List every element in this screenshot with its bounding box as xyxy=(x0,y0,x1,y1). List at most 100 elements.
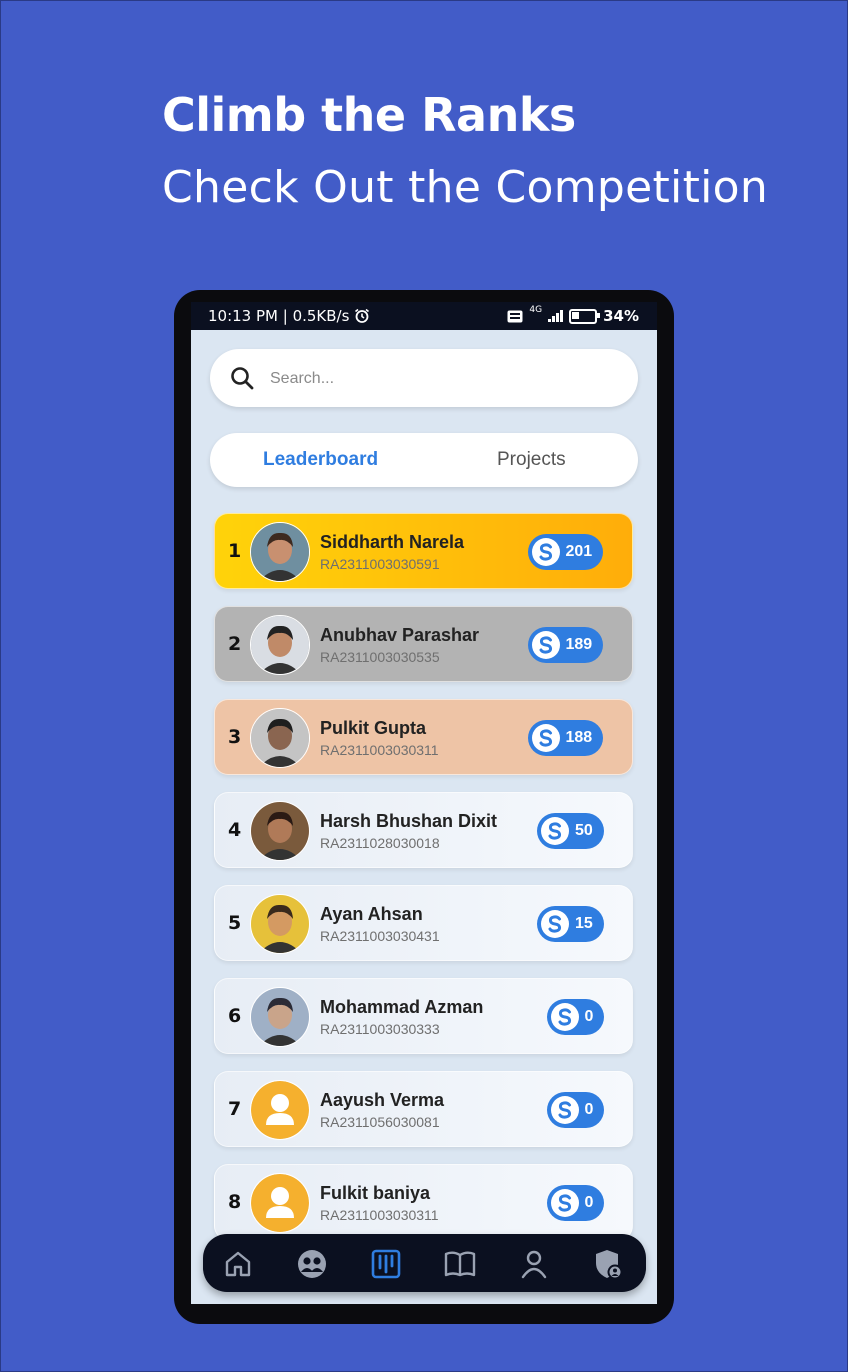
leaderboard-row[interactable]: 7 Aayush Verma RA2311056030081 0 xyxy=(214,1071,633,1147)
score-badge: 0 xyxy=(546,1092,605,1128)
phone-frame: 10:13 PM | 0.5KB/s 4G 34% Search... Lead… xyxy=(174,290,674,1324)
score-badge: 15 xyxy=(537,906,604,942)
nav-community[interactable] xyxy=(295,1247,329,1281)
registration-number: RA2311003030333 xyxy=(320,1021,440,1037)
profile-photo xyxy=(251,523,309,581)
rank-number: 2 xyxy=(228,633,242,655)
tab-bar: Leaderboard Projects xyxy=(210,433,638,487)
profile-photo xyxy=(251,988,309,1046)
score-value: 0 xyxy=(584,1101,594,1118)
leaderboard-row[interactable]: 8 Fulkit baniya RA2311003030311 0 xyxy=(214,1164,633,1240)
status-right: 4G 34% xyxy=(507,305,639,325)
admin-shield-icon xyxy=(596,1250,623,1280)
tab-leaderboard[interactable]: Leaderboard xyxy=(263,449,378,471)
network-label: 4G xyxy=(529,305,543,315)
status-bar: 10:13 PM | 0.5KB/s 4G 34% xyxy=(191,302,657,330)
battery-icon xyxy=(569,308,601,324)
rank-number: 5 xyxy=(228,912,242,934)
coin-icon xyxy=(550,1003,579,1031)
leaderboard-icon xyxy=(371,1249,401,1279)
profile-icon xyxy=(521,1250,547,1279)
avatar xyxy=(250,987,310,1047)
volte-icon xyxy=(507,310,523,322)
profile-photo xyxy=(251,709,309,767)
book-icon xyxy=(444,1251,476,1277)
default-avatar-icon xyxy=(251,1174,309,1232)
coin-icon xyxy=(550,1096,579,1124)
user-name: Aayush Verma xyxy=(320,1090,445,1110)
user-name: Pulkit Gupta xyxy=(320,718,427,738)
profile-photo xyxy=(251,895,309,953)
nav-leaderboard[interactable] xyxy=(369,1247,403,1281)
score-badge: 188 xyxy=(527,720,604,756)
leaderboard-row[interactable]: 2 Anubhav Parashar RA2311003030535 189 xyxy=(214,606,633,682)
user-name: Fulkit baniya xyxy=(320,1183,431,1203)
nav-admin[interactable] xyxy=(591,1247,625,1281)
status-time: 10:13 PM | 0.5KB/s xyxy=(208,307,350,325)
score-badge: 189 xyxy=(527,627,604,663)
rank-number: 1 xyxy=(228,540,242,562)
home-icon xyxy=(225,1251,251,1277)
score-value: 189 xyxy=(565,636,593,653)
coin-icon xyxy=(541,910,569,938)
registration-number: RA2311028030018 xyxy=(320,835,440,851)
battery-level: 34% xyxy=(603,307,639,325)
promo-headline: Climb the Ranks xyxy=(162,88,576,142)
bottom-nav xyxy=(203,1234,646,1292)
avatar xyxy=(250,522,310,582)
score-value: 0 xyxy=(584,1008,594,1025)
search-input[interactable] xyxy=(268,367,602,391)
rank-number: 7 xyxy=(228,1098,242,1120)
promo-subheadline: Check Out the Competition xyxy=(162,162,769,213)
registration-number: RA2311003030535 xyxy=(320,649,440,665)
leaderboard-row[interactable]: 1 Siddharth Narela RA2311003030591 201 xyxy=(214,513,633,589)
coin-icon xyxy=(550,1189,579,1217)
user-name: Siddharth Narela xyxy=(320,532,465,552)
avatar xyxy=(250,708,310,768)
user-name: Mohammad Azman xyxy=(320,997,484,1017)
app-screen: 10:13 PM | 0.5KB/s 4G 34% Search... Lead… xyxy=(191,302,657,1304)
leaderboard-row[interactable]: 3 Pulkit Gupta RA2311003030311 188 xyxy=(214,699,633,775)
signal-icon xyxy=(548,310,564,322)
user-name: Anubhav Parashar xyxy=(320,625,480,645)
nav-profile[interactable] xyxy=(517,1247,551,1281)
leaderboard-row[interactable]: 4 Harsh Bhushan Dixit RA2311028030018 50 xyxy=(214,792,633,868)
registration-number: RA2311003030311 xyxy=(320,1207,439,1223)
alarm-icon xyxy=(355,308,370,323)
rank-number: 8 xyxy=(228,1191,242,1213)
registration-number: RA2311003030591 xyxy=(320,556,440,572)
registration-number: RA2311003030431 xyxy=(320,928,440,944)
user-name: Harsh Bhushan Dixit xyxy=(320,811,498,831)
user-name: Ayan Ahsan xyxy=(320,904,423,924)
rank-number: 6 xyxy=(228,1005,242,1027)
score-value: 201 xyxy=(565,543,593,560)
coin-icon xyxy=(541,817,569,845)
avatar xyxy=(250,894,310,954)
search-bar[interactable] xyxy=(210,349,638,407)
tab-projects[interactable]: Projects xyxy=(497,449,566,471)
avatar xyxy=(250,1080,310,1140)
score-value: 50 xyxy=(575,822,593,839)
coin-icon xyxy=(531,724,560,752)
score-value: 0 xyxy=(584,1194,594,1211)
score-value: 15 xyxy=(575,915,593,932)
leaderboard-row[interactable]: 6 Mohammad Azman RA2311003030333 0 xyxy=(214,978,633,1054)
rank-number: 4 xyxy=(228,819,242,841)
avatar xyxy=(250,615,310,675)
score-badge: 0 xyxy=(546,999,605,1035)
avatar xyxy=(250,801,310,861)
rank-number: 3 xyxy=(228,726,242,748)
registration-number: RA2311056030081 xyxy=(320,1114,440,1130)
leaderboard-row[interactable]: 5 Ayan Ahsan RA2311003030431 15 xyxy=(214,885,633,961)
nav-courses[interactable] xyxy=(443,1247,477,1281)
profile-photo xyxy=(251,802,309,860)
score-badge: 0 xyxy=(546,1185,605,1221)
score-badge: 50 xyxy=(537,813,604,849)
score-badge: 201 xyxy=(527,534,604,570)
avatar xyxy=(250,1173,310,1233)
score-value: 188 xyxy=(565,729,593,746)
registration-number: RA2311003030311 xyxy=(320,742,439,758)
status-time-speed: 10:13 PM | 0.5KB/s xyxy=(208,307,370,325)
default-avatar-icon xyxy=(251,1081,309,1139)
nav-home[interactable] xyxy=(221,1247,255,1281)
